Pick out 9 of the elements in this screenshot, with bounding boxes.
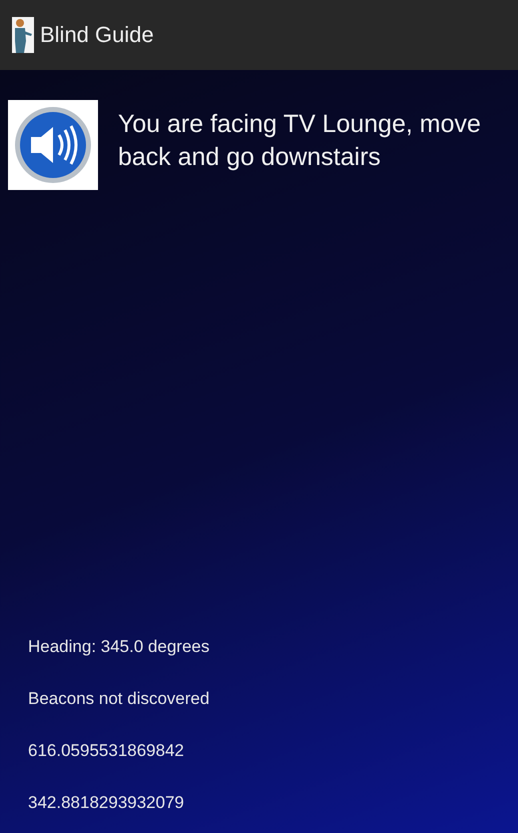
status-text: Heading: 345.0 degrees [28,637,210,657]
direction-message: You are facing TV Lounge, move back and go downstairs [118,109,482,173]
status-text: 342.8818293932079 [28,793,185,813]
status-text: Beacons not discovered [28,689,210,709]
status-text: 616.0595531869842 [28,741,185,761]
person-icon [12,17,34,53]
app-title: Blind Guide [40,22,154,48]
speaker-icon [13,105,93,185]
speaker-button[interactable] [8,100,98,190]
